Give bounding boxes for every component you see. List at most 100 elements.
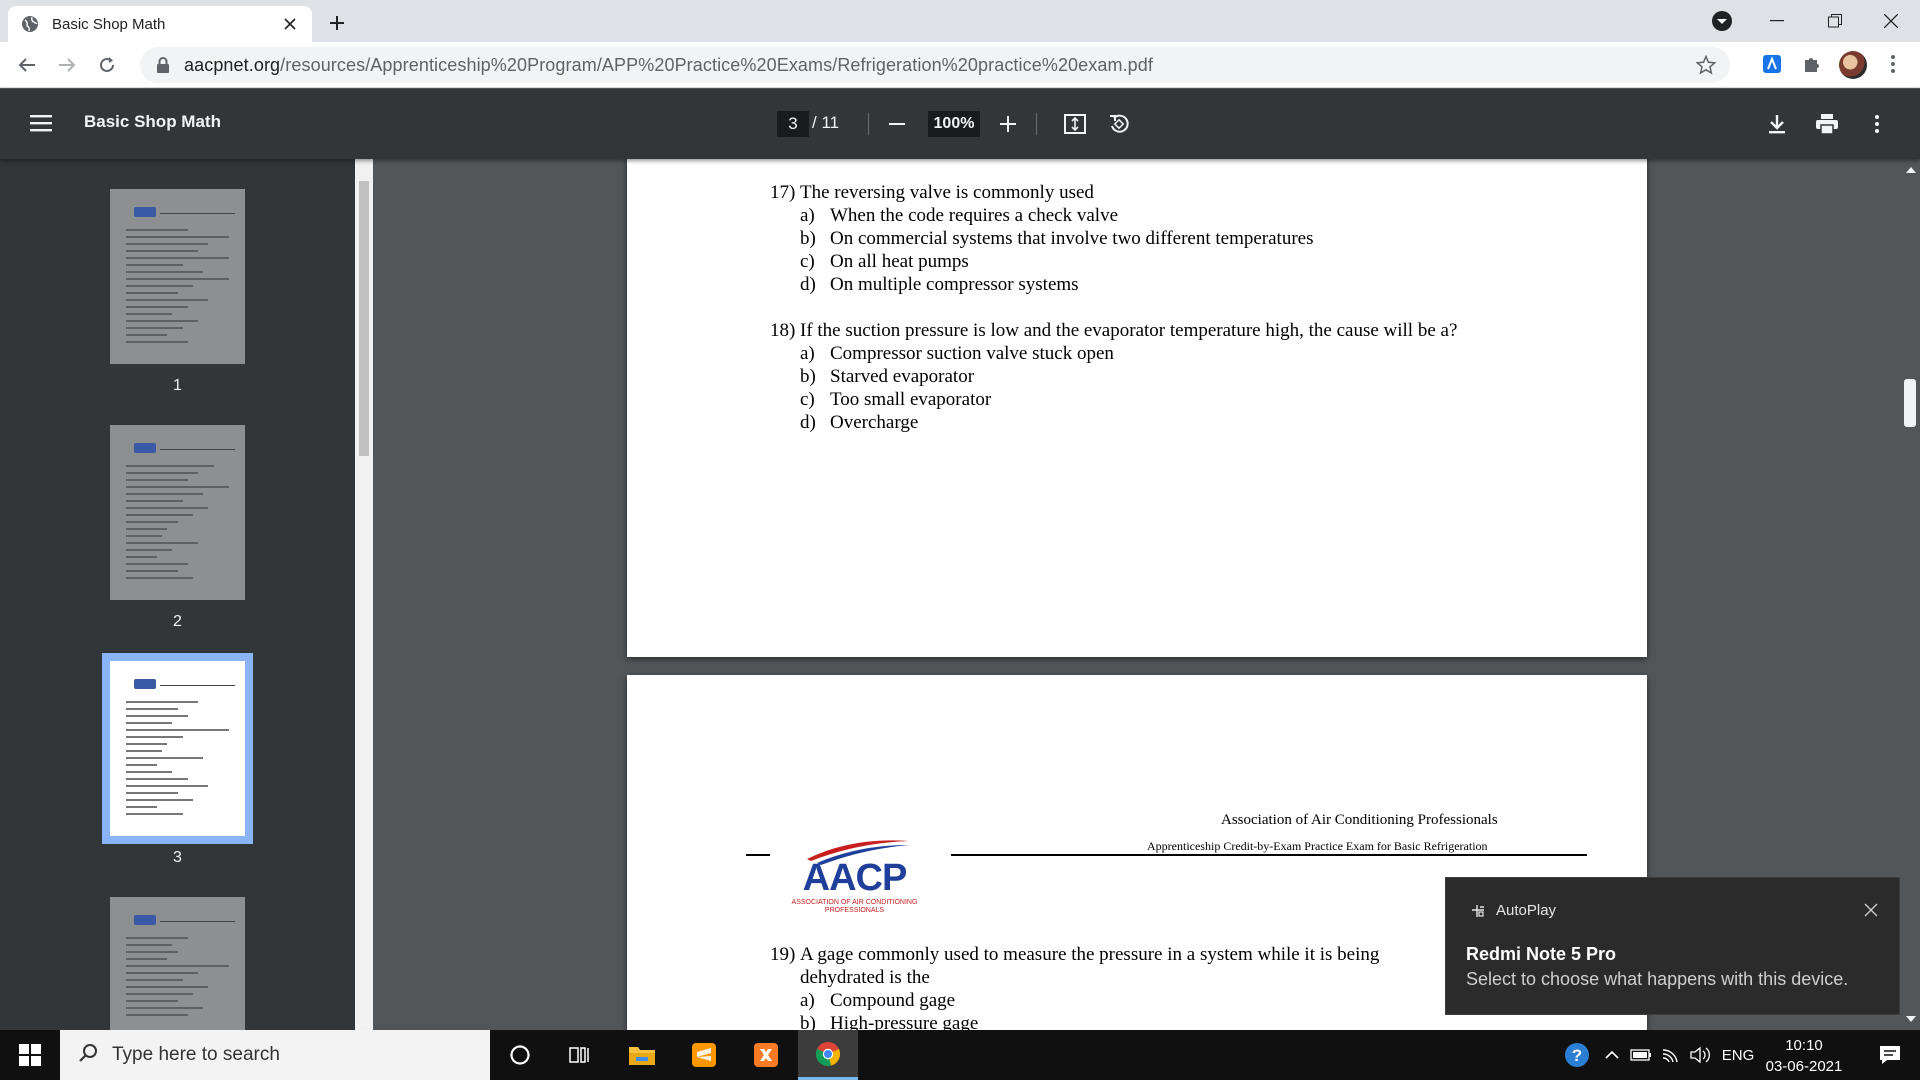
thumbnail-text [126, 465, 229, 584]
task-view-icon[interactable] [550, 1030, 610, 1080]
sublime-text-icon[interactable] [674, 1030, 734, 1080]
browser-tab[interactable]: Basic Shop Math [8, 6, 312, 42]
question-text: If the suction pressure is low and the e… [800, 320, 1458, 341]
zoom-level-input[interactable]: 100% [928, 111, 980, 137]
document-scroll-thumb[interactable] [1904, 379, 1916, 427]
document-scrollbar[interactable] [1900, 159, 1920, 1030]
exam-subtitle: Apprenticeship Credit-by-Exam Practice E… [1147, 839, 1488, 853]
answer-option: b) Starved evaporator [800, 365, 974, 388]
option-text: Compressor suction valve stuck open [830, 343, 1114, 364]
logo-subtitle-line: ASSOCIATION OF AIR CONDITIONING [791, 899, 918, 906]
answer-option: b) On commercial systems that involve two… [800, 227, 1313, 250]
association-name: Association of Air Conditioning Professi… [1221, 812, 1498, 828]
zoom-in-icon[interactable] [995, 111, 1021, 137]
pdf-toolbar: Basic Shop Math 3 / 11 100% [0, 89, 1920, 159]
action-center-icon[interactable] [1862, 1030, 1918, 1080]
sidebar-scrollbar[interactable] [355, 159, 373, 1030]
sidebar-scroll-thumb[interactable] [359, 181, 369, 456]
bookmark-star-icon[interactable] [1695, 54, 1717, 75]
extension-icon[interactable] [1759, 51, 1785, 77]
thumbnail-label: 2 [173, 613, 182, 630]
battery-icon[interactable] [1628, 1030, 1654, 1080]
globe-icon [20, 14, 40, 34]
zoom-out-icon[interactable] [884, 111, 910, 137]
pdf-title: Basic Shop Math [84, 112, 221, 131]
option-letter: a) [800, 990, 815, 1011]
page-total: / 11 [812, 113, 840, 132]
reload-icon[interactable] [92, 50, 122, 80]
url-host: aacpnet.org [184, 54, 281, 75]
download-icon[interactable] [1764, 111, 1790, 137]
help-icon[interactable]: ? [1560, 1030, 1594, 1080]
forward-icon[interactable] [52, 50, 82, 80]
answer-option: c) Too small evaporator [800, 388, 991, 411]
page-thumbnail-2[interactable] [110, 425, 245, 600]
address-bar[interactable]: aacpnet.org/resources/Apprenticeship%20P… [140, 47, 1730, 83]
page-thumbnail-1[interactable] [110, 189, 245, 364]
volume-icon[interactable] [1688, 1030, 1714, 1080]
sidebar-menu-icon[interactable] [30, 113, 54, 133]
system-clock[interactable]: 10:10 03-06-2021 [1756, 1035, 1852, 1077]
header-rule [951, 854, 1587, 856]
autoplay-notification[interactable]: AutoPlay Redmi Note 5 Pro Select to choo… [1445, 877, 1900, 1015]
puzzle-extensions-icon[interactable] [1799, 51, 1825, 77]
taskbar-search-box[interactable]: Type here to search [60, 1030, 490, 1080]
dismiss-notification-icon[interactable] [1864, 900, 1878, 923]
thumbnail-label: 1 [173, 377, 182, 394]
chrome-taskbar-icon[interactable] [798, 1030, 858, 1080]
logo-subtitle: ASSOCIATION OF AIR CONDITIONING PROFESSIO… [787, 899, 922, 915]
rotate-icon[interactable] [1106, 111, 1132, 137]
page-number-input[interactable]: 3 [777, 111, 809, 137]
new-tab-button[interactable] [322, 8, 352, 38]
question-19: 19) A gage commonly used to measure the p… [770, 943, 1379, 966]
aacp-logo: AACP ASSOCIATION OF AIR CONDITIONING PROF… [787, 835, 922, 915]
option-letter: b) [800, 228, 816, 249]
thumbnail-text [126, 701, 229, 820]
option-letter: a) [800, 205, 815, 226]
page-thumbnail-3[interactable] [102, 653, 253, 844]
tab-strip: Basic Shop Math [0, 0, 1920, 42]
network-icon[interactable] [1658, 1030, 1684, 1080]
pdf-page: 17) The reversing valve is commonly used … [627, 159, 1647, 657]
xampp-icon[interactable] [736, 1030, 796, 1080]
toolbar-divider [868, 113, 869, 135]
url-text: aacpnet.org/resources/Apprenticeship%20P… [184, 55, 1153, 76]
language-indicator[interactable]: ENG [1718, 1030, 1758, 1080]
answer-option: a) Compound gage [800, 989, 955, 1012]
option-letter: d) [800, 412, 816, 433]
option-text: On all heat pumps [830, 251, 969, 272]
cortana-icon[interactable] [490, 1030, 550, 1080]
windows-start-icon[interactable] [0, 1030, 60, 1080]
autoplay-icon [1470, 903, 1486, 919]
page-thumbnail-4[interactable] [110, 897, 245, 1030]
option-text: Overcharge [830, 412, 919, 433]
answer-option: a) When the code requires a check valve [800, 204, 1118, 227]
thumbnail-text [126, 229, 229, 348]
toolbar-divider [1036, 113, 1037, 135]
question-text: A gage commonly used to measure the pres… [800, 944, 1380, 965]
minimize-window-icon[interactable] [1748, 0, 1806, 42]
back-icon[interactable] [12, 50, 42, 80]
scroll-down-icon[interactable] [1906, 1016, 1916, 1022]
tab-search-icon[interactable] [1710, 9, 1734, 33]
fit-to-page-icon[interactable] [1062, 111, 1088, 137]
question-text: The reversing valve is commonly used [800, 182, 1094, 203]
question-17: 17) The reversing valve is commonly used [770, 181, 1094, 204]
file-explorer-icon[interactable] [612, 1030, 672, 1080]
close-window-icon[interactable] [1862, 0, 1920, 42]
close-tab-icon[interactable] [280, 14, 300, 34]
scroll-up-icon[interactable] [1906, 167, 1916, 173]
option-letter: b) [800, 366, 816, 387]
taskbar: Type here to search ? ENG 10:10 03-06-20… [0, 1030, 1920, 1080]
option-text: Starved evaporator [830, 366, 975, 387]
chrome-menu-icon[interactable] [1880, 51, 1906, 77]
thumbnail-header [120, 679, 235, 689]
show-hidden-icons-icon[interactable] [1600, 1030, 1624, 1080]
profile-avatar[interactable] [1839, 51, 1867, 79]
more-options-icon[interactable] [1864, 111, 1890, 137]
option-letter: d) [800, 274, 816, 295]
restore-window-icon[interactable] [1806, 0, 1864, 42]
notification-heading: Redmi Note 5 Pro [1466, 944, 1617, 964]
print-icon[interactable] [1814, 111, 1840, 137]
lock-icon[interactable] [156, 57, 170, 73]
